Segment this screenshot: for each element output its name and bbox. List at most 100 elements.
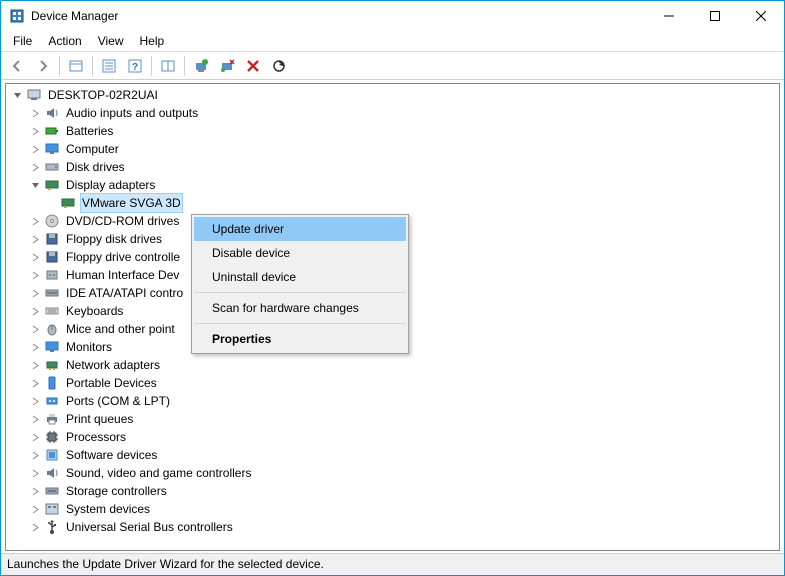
chevron-right-icon[interactable] — [28, 286, 42, 300]
tree-node-system[interactable]: System devices — [8, 500, 777, 518]
controller-icon — [44, 285, 60, 301]
chevron-right-icon[interactable] — [28, 214, 42, 228]
title-bar: Device Manager — [1, 1, 784, 31]
monitor-icon — [44, 339, 60, 355]
chevron-right-icon[interactable] — [28, 160, 42, 174]
tree-node-network[interactable]: Network adapters — [8, 356, 777, 374]
tree-node-root[interactable]: DESKTOP-02R2UAI — [8, 86, 777, 104]
tree-node-display-child[interactable]: VMware SVGA 3D — [8, 194, 777, 212]
chevron-down-icon[interactable] — [28, 178, 42, 192]
tree-node-label: VMware SVGA 3D — [80, 193, 183, 213]
chevron-right-icon[interactable] — [28, 304, 42, 318]
tree-node-storage[interactable]: Storage controllers — [8, 482, 777, 500]
tree-node-sound[interactable]: Sound, video and game controllers — [8, 464, 777, 482]
tree-node-portable[interactable]: Portable Devices — [8, 374, 777, 392]
tree-node-label: Print queues — [64, 410, 135, 428]
chevron-right-icon[interactable] — [28, 322, 42, 336]
chevron-right-icon[interactable] — [28, 394, 42, 408]
tree-node-label: System devices — [64, 500, 152, 518]
context-menu-update-driver[interactable]: Update driver — [194, 217, 406, 241]
mouse-icon — [44, 321, 60, 337]
chevron-down-icon[interactable] — [10, 88, 24, 102]
port-icon — [44, 393, 60, 409]
context-menu-uninstall-device[interactable]: Uninstall device — [194, 265, 406, 289]
update-driver-button[interactable] — [189, 54, 213, 78]
chevron-right-icon[interactable] — [28, 340, 42, 354]
close-button[interactable] — [738, 1, 784, 31]
tree-node-label: Mice and other point — [64, 320, 177, 338]
app-icon — [9, 8, 25, 24]
context-menu-separator — [195, 323, 405, 324]
tree-node-ports[interactable]: Ports (COM & LPT) — [8, 392, 777, 410]
tree-node-label: Batteries — [64, 122, 115, 140]
scan-hardware-button[interactable] — [267, 54, 291, 78]
cpu-icon — [44, 429, 60, 445]
help-button[interactable]: ? — [123, 54, 147, 78]
chevron-right-icon[interactable] — [28, 502, 42, 516]
context-menu-disable-device[interactable]: Disable device — [194, 241, 406, 265]
computer-icon — [26, 87, 42, 103]
forward-button[interactable] — [31, 54, 55, 78]
network-icon — [44, 357, 60, 373]
tree-node-label: Keyboards — [64, 302, 125, 320]
window-title: Device Manager — [31, 9, 646, 23]
controller-icon — [44, 483, 60, 499]
tree-node-label: Floppy disk drives — [64, 230, 164, 248]
toolbar-separator — [92, 56, 93, 76]
tree-node-label: Floppy drive controlle — [64, 248, 182, 266]
tree-node-print[interactable]: Print queues — [8, 410, 777, 428]
chevron-right-icon[interactable] — [28, 448, 42, 462]
tree-node-usb[interactable]: Universal Serial Bus controllers — [8, 518, 777, 536]
context-menu-separator — [195, 292, 405, 293]
show-hide-button[interactable] — [64, 54, 88, 78]
menu-file[interactable]: File — [5, 32, 40, 50]
tree-node-label: Portable Devices — [64, 374, 159, 392]
chevron-right-icon[interactable] — [28, 250, 42, 264]
chevron-right-icon[interactable] — [28, 232, 42, 246]
chevron-right-icon[interactable] — [28, 430, 42, 444]
minimize-button[interactable] — [646, 1, 692, 31]
floppy-icon — [44, 231, 60, 247]
chevron-right-icon[interactable] — [28, 268, 42, 282]
chevron-right-icon[interactable] — [28, 106, 42, 120]
tree-node-batteries[interactable]: Batteries — [8, 122, 777, 140]
tree-node-label: Universal Serial Bus controllers — [64, 518, 235, 536]
view-mode-button[interactable] — [156, 54, 180, 78]
status-text: Launches the Update Driver Wizard for th… — [7, 557, 324, 571]
disk-icon — [44, 159, 60, 175]
keyboard-icon — [44, 303, 60, 319]
maximize-button[interactable] — [692, 1, 738, 31]
menu-help[interactable]: Help — [132, 32, 173, 50]
toolbar: ? — [1, 52, 784, 80]
tree-node-computer[interactable]: Computer — [8, 140, 777, 158]
chevron-right-icon[interactable] — [28, 520, 42, 534]
chevron-right-icon[interactable] — [28, 484, 42, 498]
properties-button[interactable] — [97, 54, 121, 78]
svg-text:?: ? — [132, 62, 138, 73]
speaker-icon — [44, 465, 60, 481]
context-menu-properties[interactable]: Properties — [194, 327, 406, 351]
menu-view[interactable]: View — [90, 32, 132, 50]
chevron-right-icon[interactable] — [28, 376, 42, 390]
chevron-right-icon[interactable] — [28, 124, 42, 138]
chevron-right-icon[interactable] — [28, 142, 42, 156]
tree-node-label: Disk drives — [64, 158, 127, 176]
uninstall-device-button[interactable] — [241, 54, 265, 78]
tree-node-label: Sound, video and game controllers — [64, 464, 253, 482]
tree-node-disk[interactable]: Disk drives — [8, 158, 777, 176]
back-button[interactable] — [5, 54, 29, 78]
tree-node-label: Computer — [64, 140, 121, 158]
tree-node-processors[interactable]: Processors — [8, 428, 777, 446]
tree-node-audio[interactable]: Audio inputs and outputs — [8, 104, 777, 122]
menu-action[interactable]: Action — [40, 32, 89, 50]
tree-node-label: Ports (COM & LPT) — [64, 392, 172, 410]
chevron-right-icon[interactable] — [28, 412, 42, 426]
tree-node-label: Processors — [64, 428, 128, 446]
tree-node-software[interactable]: Software devices — [8, 446, 777, 464]
chevron-right-icon[interactable] — [28, 358, 42, 372]
chevron-right-icon[interactable] — [28, 466, 42, 480]
software-icon — [44, 447, 60, 463]
disable-device-button[interactable] — [215, 54, 239, 78]
tree-node-display[interactable]: Display adapters — [8, 176, 777, 194]
context-menu-scan[interactable]: Scan for hardware changes — [194, 296, 406, 320]
